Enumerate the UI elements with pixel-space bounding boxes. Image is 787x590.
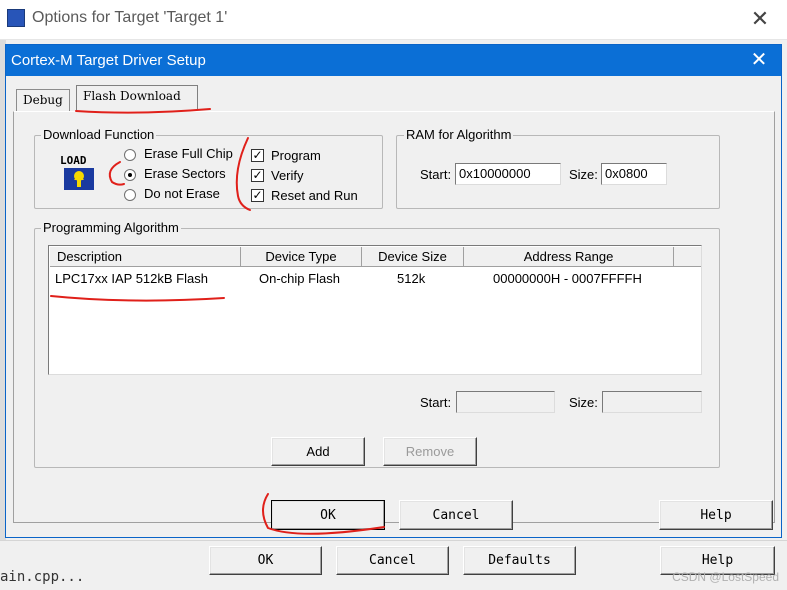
row-device-type[interactable]: On-chip Flash xyxy=(259,271,340,286)
column-header-address-range[interactable]: Address Range xyxy=(464,247,674,267)
erase-sectors-label: Erase Sectors xyxy=(144,166,226,181)
outer-footer: OK Cancel Defaults Help xyxy=(0,540,787,590)
outer-defaults-button[interactable]: Defaults xyxy=(463,546,576,575)
verify-checkbox[interactable]: ✓ xyxy=(251,169,264,182)
row-description[interactable]: LPC17xx IAP 512kB Flash xyxy=(55,271,208,286)
remove-button[interactable]: Remove xyxy=(383,437,477,466)
algorithm-list[interactable]: Description Device Type Device Size Addr… xyxy=(48,245,702,375)
dialog-cancel-button[interactable]: Cancel xyxy=(399,500,513,530)
ram-start-label: Start: xyxy=(420,167,452,182)
column-header-device-size[interactable]: Device Size xyxy=(362,247,464,267)
ram-for-algorithm-label: RAM for Algorithm xyxy=(404,127,514,142)
dialog-help-button[interactable]: Help xyxy=(659,500,773,530)
tab-flash-download[interactable]: Flash Download xyxy=(76,85,198,110)
add-button[interactable]: Add xyxy=(271,437,365,466)
tab-debug[interactable]: Debug xyxy=(16,89,70,111)
dialog-ok-button[interactable]: OK xyxy=(271,500,385,530)
outer-close-icon[interactable]: ✕ xyxy=(747,6,773,32)
column-header-device-type[interactable]: Device Type xyxy=(241,247,362,267)
column-header-description[interactable]: Description xyxy=(50,247,241,267)
row-address-range[interactable]: 00000000H - 0007FFFFH xyxy=(493,271,642,286)
outer-window-title: Options for Target 'Target 1' xyxy=(32,9,228,26)
dialog-title-bar: Cortex-M Target Driver Setup ✕ xyxy=(6,45,781,76)
watermark: CSDN @LostSpeed xyxy=(672,570,779,584)
ram-size-input[interactable]: 0x0800 xyxy=(601,163,667,185)
algo-size-input[interactable] xyxy=(602,391,702,413)
load-icon: LOAD xyxy=(58,152,100,194)
row-device-size[interactable]: 512k xyxy=(397,271,425,286)
algo-start-label: Start: xyxy=(420,395,452,410)
column-header-filler xyxy=(674,247,701,267)
erase-full-chip-label: Erase Full Chip xyxy=(144,146,233,161)
outer-ok-button[interactable]: OK xyxy=(209,546,322,575)
reset-and-run-checkbox[interactable]: ✓ xyxy=(251,189,264,202)
verify-label: Verify xyxy=(271,168,304,183)
dialog-close-icon[interactable]: ✕ xyxy=(747,48,771,72)
ram-size-label: Size: xyxy=(569,167,598,182)
download-function-label: Download Function xyxy=(41,127,157,142)
svg-text:LOAD: LOAD xyxy=(60,154,87,167)
app-icon xyxy=(7,9,25,27)
program-label: Program xyxy=(271,148,321,163)
erase-full-chip-radio[interactable] xyxy=(124,149,136,161)
dialog-title: Cortex-M Target Driver Setup xyxy=(11,52,206,69)
algo-size-label: Size: xyxy=(569,395,598,410)
programming-algorithm-label: Programming Algorithm xyxy=(41,220,181,235)
algo-start-input[interactable] xyxy=(456,391,555,413)
target-driver-dialog: Cortex-M Target Driver Setup ✕ Debug Fla… xyxy=(5,44,782,538)
do-not-erase-label: Do not Erase xyxy=(144,186,220,201)
ram-start-input[interactable]: 0x10000000 xyxy=(455,163,561,185)
erase-sectors-radio[interactable] xyxy=(124,169,136,181)
outer-title-bar: Options for Target 'Target 1' ✕ xyxy=(0,0,787,40)
program-checkbox[interactable]: ✓ xyxy=(251,149,264,162)
reset-and-run-label: Reset and Run xyxy=(271,188,358,203)
background-code-text: ain.cpp... xyxy=(0,569,85,585)
outer-cancel-button[interactable]: Cancel xyxy=(336,546,449,575)
do-not-erase-radio[interactable] xyxy=(124,189,136,201)
